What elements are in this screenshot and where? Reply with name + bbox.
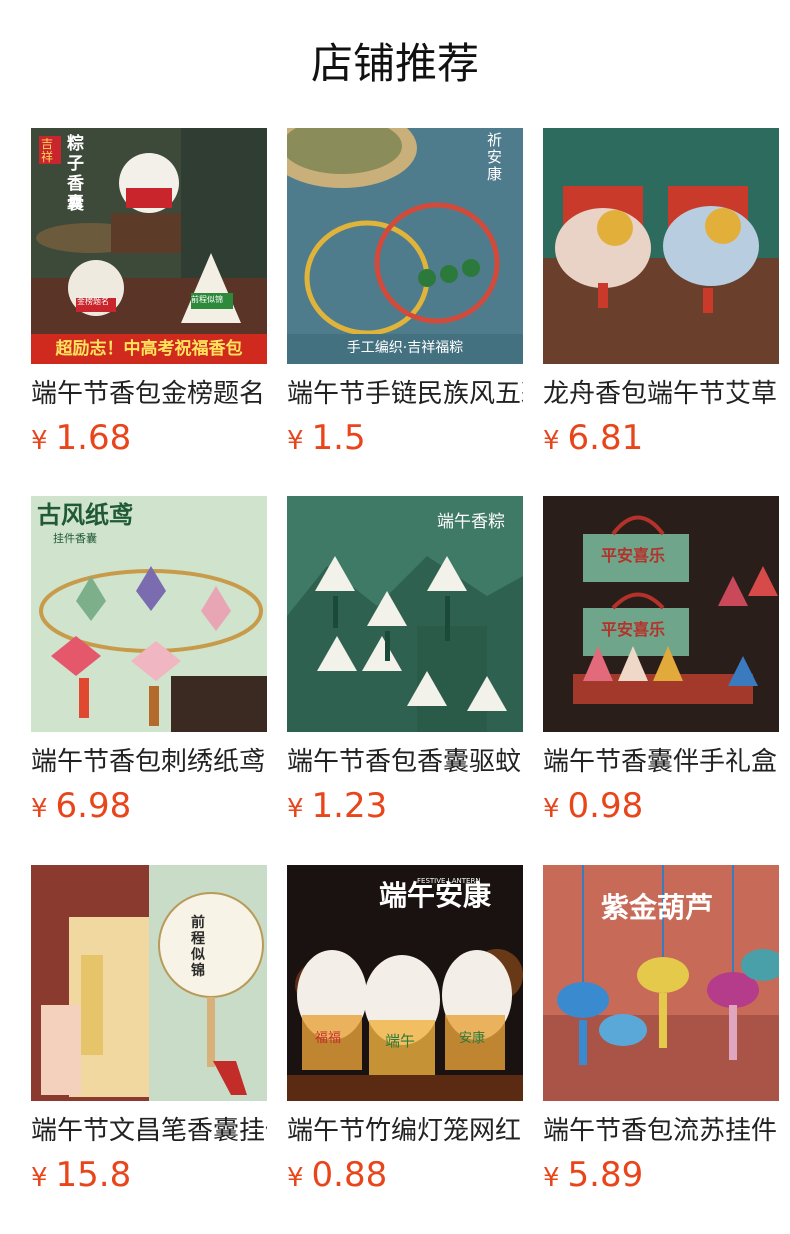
price-amount: 0.98 [567, 786, 644, 826]
image-caption: 古风纸鸢 [37, 501, 133, 529]
product-image[interactable]: 端午香粽 [287, 496, 523, 732]
product-image[interactable]: 古风纸鸢 挂件香囊 [31, 496, 267, 732]
image-caption: 紫金葫芦 [601, 891, 714, 924]
image-caption: 平安喜乐 [601, 620, 666, 639]
price-amount: 0.88 [311, 1155, 388, 1195]
product-card[interactable]: 端午香粽 端午节香包香囊驱蚊 ¥1.23 [287, 496, 523, 826]
product-name[interactable]: 端午节香包流苏挂件 [543, 1111, 779, 1151]
currency-symbol: ¥ [543, 426, 560, 456]
product-name[interactable]: 端午节竹编灯笼网红 [287, 1111, 523, 1151]
currency-symbol: ¥ [543, 794, 560, 824]
currency-symbol: ¥ [287, 1163, 304, 1193]
product-image[interactable]: 祈安康 手工编织·吉祥福粽 [287, 128, 523, 364]
currency-symbol: ¥ [31, 1163, 48, 1193]
product-image[interactable]: 平安喜乐 平安喜乐 [543, 496, 779, 732]
image-caption: 手工编织·吉祥福粽 [346, 340, 464, 356]
product-price: ¥0.98 [543, 782, 779, 830]
product-price: ¥6.81 [543, 414, 779, 462]
image-caption: 挂件香囊 [53, 532, 97, 545]
image-caption: 安康 [459, 1031, 486, 1046]
image-caption: 端午香粽 [437, 512, 505, 532]
product-image[interactable] [543, 128, 779, 364]
product-price: ¥0.88 [287, 1151, 523, 1199]
product-card[interactable]: 前程似锦 端午节文昌笔香囊挂件 ¥15.8 [31, 865, 267, 1195]
product-price: ¥6.98 [31, 782, 267, 830]
product-card[interactable]: 龙舟香包端午节艾草 ¥6.81 [543, 128, 779, 458]
page-title: 店铺推荐 [310, 39, 479, 88]
image-caption: 超励志！中高考祝福香包 [55, 339, 243, 359]
product-name[interactable]: 端午节香包金榜题名 [31, 374, 267, 414]
image-caption: 吉祥 [41, 137, 54, 164]
image-caption: 前程似锦 [191, 295, 223, 304]
price-amount: 6.81 [567, 418, 644, 458]
product-name[interactable]: 端午节香囊伴手礼盒 [543, 742, 779, 782]
currency-symbol: ¥ [31, 794, 48, 824]
product-card[interactable]: 紫金葫芦 端午节香包流苏挂件 ¥5.89 [543, 865, 779, 1195]
product-card[interactable]: 古风纸鸢 挂件香囊 端午节香包刺绣纸鸢 ¥6.98 [31, 496, 267, 826]
product-image[interactable]: 粽子香囊 吉祥 金榜题名 前程似锦 超励志！中高考祝福香包 [31, 128, 267, 364]
product-image[interactable]: 端午安康 FESTIVE LANTERN 福福 端午 安康 [287, 865, 523, 1101]
currency-symbol: ¥ [543, 1163, 560, 1193]
product-image[interactable]: 前程似锦 [31, 865, 267, 1101]
product-card[interactable]: 祈安康 手工编织·吉祥福粽 端午节手链民族风五彩绳 ¥1.5 [287, 128, 523, 458]
product-price: ¥1.23 [287, 782, 523, 830]
price-amount: 1.23 [311, 786, 388, 826]
image-caption: FESTIVE LANTERN [417, 877, 481, 885]
price-amount: 6.98 [55, 786, 132, 826]
product-name[interactable]: 端午节香包香囊驱蚊 [287, 742, 523, 782]
product-name[interactable]: 端午节香包刺绣纸鸢 [31, 742, 267, 782]
product-image[interactable]: 紫金葫芦 [543, 865, 779, 1101]
product-card[interactable]: 平安喜乐 平安喜乐 端午节香囊伴手礼盒 ¥0.98 [543, 496, 779, 826]
price-amount: 1.5 [311, 418, 366, 458]
product-name[interactable]: 端午节手链民族风五彩绳 [287, 374, 523, 414]
image-caption: 端午 [385, 1032, 416, 1050]
product-name[interactable]: 龙舟香包端午节艾草 [543, 374, 779, 414]
product-name[interactable]: 端午节文昌笔香囊挂件 [31, 1111, 267, 1151]
price-amount: 5.89 [567, 1155, 644, 1195]
product-price: ¥15.8 [31, 1151, 267, 1199]
image-caption: 金榜题名 [77, 297, 109, 306]
product-card[interactable]: 粽子香囊 吉祥 金榜题名 前程似锦 超励志！中高考祝福香包 端午节香包金榜题名 … [31, 128, 267, 458]
product-price: ¥1.5 [287, 414, 523, 462]
image-caption: 粽子香囊 [67, 134, 84, 214]
image-caption: 平安喜乐 [601, 546, 666, 565]
price-amount: 1.68 [55, 418, 132, 458]
product-price: ¥1.68 [31, 414, 267, 462]
image-caption: 祈安康 [487, 131, 503, 183]
currency-symbol: ¥ [287, 426, 304, 456]
product-price: ¥5.89 [543, 1151, 779, 1199]
product-card[interactable]: 端午安康 FESTIVE LANTERN 福福 端午 安康 端午节竹编灯笼网红 … [287, 865, 523, 1195]
currency-symbol: ¥ [31, 426, 48, 456]
price-amount: 15.8 [55, 1155, 132, 1195]
currency-symbol: ¥ [287, 794, 304, 824]
image-caption: 福福 [315, 1031, 342, 1046]
image-caption: 前程似锦 [191, 915, 205, 979]
shop-recommend-page: 店铺推荐 粽子香囊 吉祥 金榜题名 前程似锦 超励志！中高考祝福香包 端午节香包… [0, 0, 790, 1234]
